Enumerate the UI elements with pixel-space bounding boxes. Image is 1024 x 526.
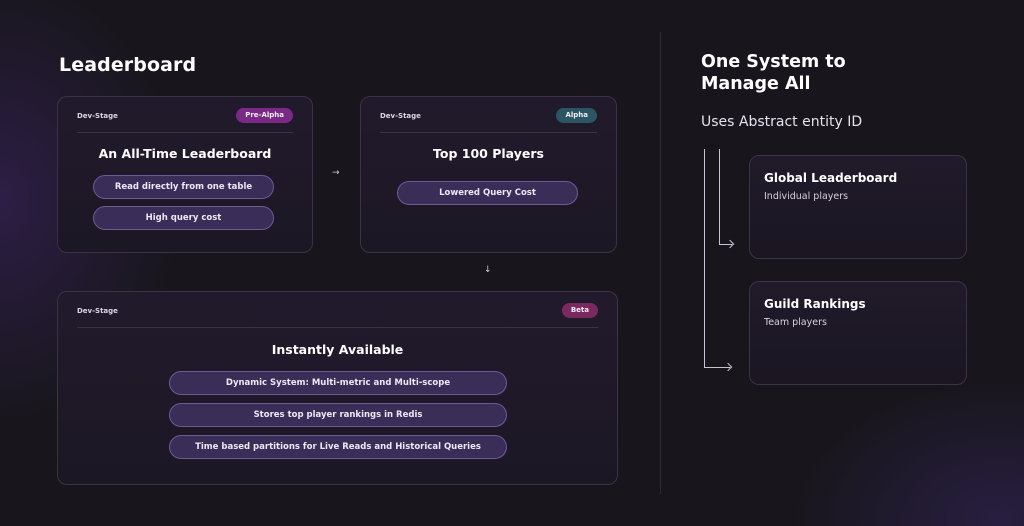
stage-badge-alpha: Alpha	[556, 108, 597, 123]
stage-label: Dev-Stage	[380, 112, 421, 120]
stage-card-alpha: Dev-Stage Alpha Top 100 Players Lowered …	[360, 96, 617, 253]
arrow-right-icon: →	[332, 168, 340, 178]
feature-pill: Lowered Query Cost	[397, 181, 578, 205]
section-subtitle: Uses Abstract entity ID	[701, 114, 863, 130]
scope-card-guild: Guild Rankings Team players	[749, 281, 967, 385]
section-title-line: One System to	[701, 52, 846, 72]
connector-arrowhead-icon	[725, 239, 735, 249]
card-title: An All-Time Leaderboard	[98, 146, 272, 161]
connector-arrowhead-icon	[723, 362, 733, 372]
feature-pill: Dynamic System: Multi-metric and Multi-s…	[169, 371, 507, 395]
card-header: Dev-Stage Alpha	[380, 97, 597, 133]
connector-line-outer	[704, 149, 705, 368]
arrow-down-icon: ↓	[484, 265, 492, 275]
scope-card-subtitle: Individual players	[764, 191, 849, 202]
section-title-leaderboard: Leaderboard	[59, 54, 197, 76]
stage-card-pre-alpha: Dev-Stage Pre-Alpha An All-Time Leaderbo…	[57, 96, 313, 253]
section-divider	[660, 32, 661, 494]
feature-pill: High query cost	[93, 206, 274, 230]
connector-line-inner	[719, 149, 720, 245]
scope-card-subtitle: Team players	[764, 317, 827, 328]
scope-card-title: Guild Rankings	[764, 297, 866, 311]
stage-badge-beta: Beta	[561, 303, 598, 318]
stage-label: Dev-Stage	[77, 307, 118, 315]
feature-pill: Read directly from one table	[93, 175, 274, 199]
card-title: Instantly Available	[271, 342, 404, 357]
stage-card-beta: Dev-Stage Beta Instantly Available Dynam…	[57, 291, 618, 485]
section-title-system: One System to Manage All	[701, 51, 846, 95]
card-header: Dev-Stage Beta	[77, 292, 598, 328]
card-header: Dev-Stage Pre-Alpha	[77, 97, 293, 133]
section-title-line: Manage All	[701, 74, 811, 94]
card-title: Top 100 Players	[433, 146, 544, 161]
feature-pill: Time based partitions for Live Reads and…	[169, 435, 507, 459]
scope-card-global: Global Leaderboard Individual players	[749, 155, 967, 259]
stage-label: Dev-Stage	[77, 112, 118, 120]
feature-pill: Stores top player rankings in Redis	[169, 403, 507, 427]
scope-card-title: Global Leaderboard	[764, 171, 898, 185]
stage-badge-pre-alpha: Pre-Alpha	[236, 108, 293, 123]
